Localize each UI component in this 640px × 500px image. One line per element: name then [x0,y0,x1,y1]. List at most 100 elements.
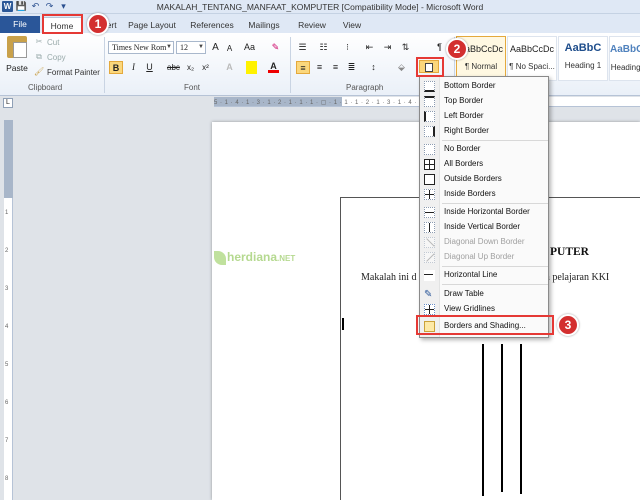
menu-item-no-border[interactable]: No Border [420,142,548,157]
style-no-spacing[interactable]: AaBbCcDc ¶ No Spaci... [507,36,557,81]
font-group-label: Font [184,83,201,92]
shading-icon[interactable]: ⬙ [396,61,407,74]
gridlines-icon [424,304,435,315]
highlight-box-home [42,14,83,34]
show-marks-button[interactable]: ¶ [434,41,445,54]
menu-item-label: Bottom Border [444,81,496,90]
increase-indent-icon[interactable]: ⇥ [382,41,393,54]
tab-view[interactable]: View [338,17,366,33]
format-painter-label: Format Painter [47,67,100,77]
menu-item-bottom-border[interactable]: Bottom Border [420,79,548,94]
left-border-icon [424,111,435,122]
grow-font-button[interactable]: A [210,41,221,54]
menu-item-label: Right Border [444,126,489,135]
menu-item-inside-borders[interactable]: Inside Borders [420,187,548,202]
clear-formatting-icon[interactable]: ✎ [270,41,281,54]
menu-item-horizontal-line[interactable]: Horizontal Line [420,268,548,283]
menu-item-left-border[interactable]: Left Border [420,109,548,124]
menu-item-draw-table[interactable]: ✎ Draw Table [420,287,548,302]
paste-button[interactable]: Paste [4,36,30,73]
menu-item-label: Outside Borders [444,174,502,183]
bold-button[interactable]: B [109,61,123,74]
scissors-icon: ✂ [35,37,43,46]
font-size-box[interactable]: 12 ▼ [176,41,206,54]
font-name-box[interactable]: Times New Rom ▼ [108,41,174,54]
menu-item-diagonal-down-border: Diagonal Down Border [420,235,548,250]
tab-review[interactable]: Review [294,17,330,33]
step-badge: 3 [557,314,579,336]
style-heading-1[interactable]: AaBbC Heading 1 [558,36,608,81]
align-left-icon[interactable]: ≡ [296,61,310,74]
inside-vertical-border-icon [424,222,435,233]
ruler-margin [4,120,13,198]
menu-item-outside-borders[interactable]: Outside Borders [420,172,548,187]
highlight-icon[interactable] [246,61,257,74]
ruler-number: 4 [5,324,9,330]
bottom-border-icon [424,81,435,92]
top-border-icon [424,96,435,107]
line-spacing-icon[interactable]: ↕ [368,61,379,74]
underline-button[interactable]: U [144,61,155,74]
highlight-box-borders [416,57,444,77]
window-title: MAKALAH_TENTANG_MANFAAT_KOMPUTER [Compat… [156,2,484,12]
multilevel-list-icon[interactable]: ⁝ [342,41,353,54]
copy-icon: ⧉ [36,52,42,61]
cut-label: Cut [47,37,60,47]
font-size-value: 12 [180,43,188,52]
menu-item-inside-vertical-border[interactable]: Inside Vertical Border [420,220,548,235]
style-heading-2[interactable]: AaBbCc Heading 2 [609,36,640,81]
numbering-icon[interactable]: ☷ [318,41,329,54]
menu-item-top-border[interactable]: Top Border [420,94,548,109]
style-name: Heading 1 [564,61,602,70]
vertical-ruler[interactable]: 1 2 3 4 5 6 7 8 [4,120,13,500]
watermark-suffix: .NET [277,254,296,263]
menu-item-all-borders[interactable]: All Borders [420,157,548,172]
style-name: Heading 2 [610,63,640,72]
menu-item-right-border[interactable]: Right Border [420,124,548,139]
menu-item-label: Inside Borders [444,189,496,198]
leaf-icon [214,250,226,265]
horizontal-line-icon [424,270,435,281]
tab-selector[interactable]: L [3,98,13,108]
italic-button[interactable]: I [128,61,139,74]
inside-horizontal-border-icon [424,207,435,218]
copy-button[interactable]: ⧉ Copy [34,52,66,62]
table-line [501,344,503,492]
menu-item-inside-horizontal-border[interactable]: Inside Horizontal Border [420,205,548,220]
align-right-icon[interactable]: ≡ [330,61,341,74]
chevron-down-icon: ▼ [166,44,172,50]
bullets-icon[interactable]: ☰ [297,41,308,54]
format-painter-button[interactable]: 🖌 Format Painter [34,67,100,77]
justify-icon[interactable]: ≣ [346,61,357,74]
watermark-text: herdiana [227,250,278,264]
menu-item-diagonal-up-border: Diagonal Up Border [420,250,548,265]
tab-file[interactable]: File [0,16,40,33]
diagonal-down-border-icon [424,237,435,248]
menu-separator [442,266,548,267]
clipboard-icon [7,36,27,58]
tab-references[interactable]: References [186,17,238,33]
decrease-indent-icon[interactable]: ⇤ [364,41,375,54]
table-border [340,197,341,500]
subscript-button[interactable]: x₂ [185,61,196,74]
ruler-number: 1 [5,210,9,216]
step-badge: 1 [87,13,109,35]
menu-separator [442,140,548,141]
cut-button[interactable]: ✂ Cut [34,37,60,47]
text-effects-icon[interactable]: A [224,61,235,74]
table-line [482,344,484,496]
font-color-button[interactable]: A [268,60,279,73]
superscript-button[interactable]: x² [200,61,211,74]
ruler-number: 8 [5,476,9,482]
shrink-font-button[interactable]: A [224,42,235,55]
change-case-button[interactable]: Aa [244,41,255,54]
align-center-icon[interactable]: ≡ [314,61,325,74]
strikethrough-button[interactable]: abc [167,61,180,74]
menu-item-label: Draw Table [444,289,484,298]
tab-page-layout[interactable]: Page Layout [124,17,180,33]
tab-mailings[interactable]: Mailings [244,17,284,33]
menu-separator [442,203,548,204]
document-text: Makalah ini d [361,272,417,283]
ruler-number: 2 [5,248,9,254]
sort-icon[interactable]: ⇅ [400,41,411,54]
